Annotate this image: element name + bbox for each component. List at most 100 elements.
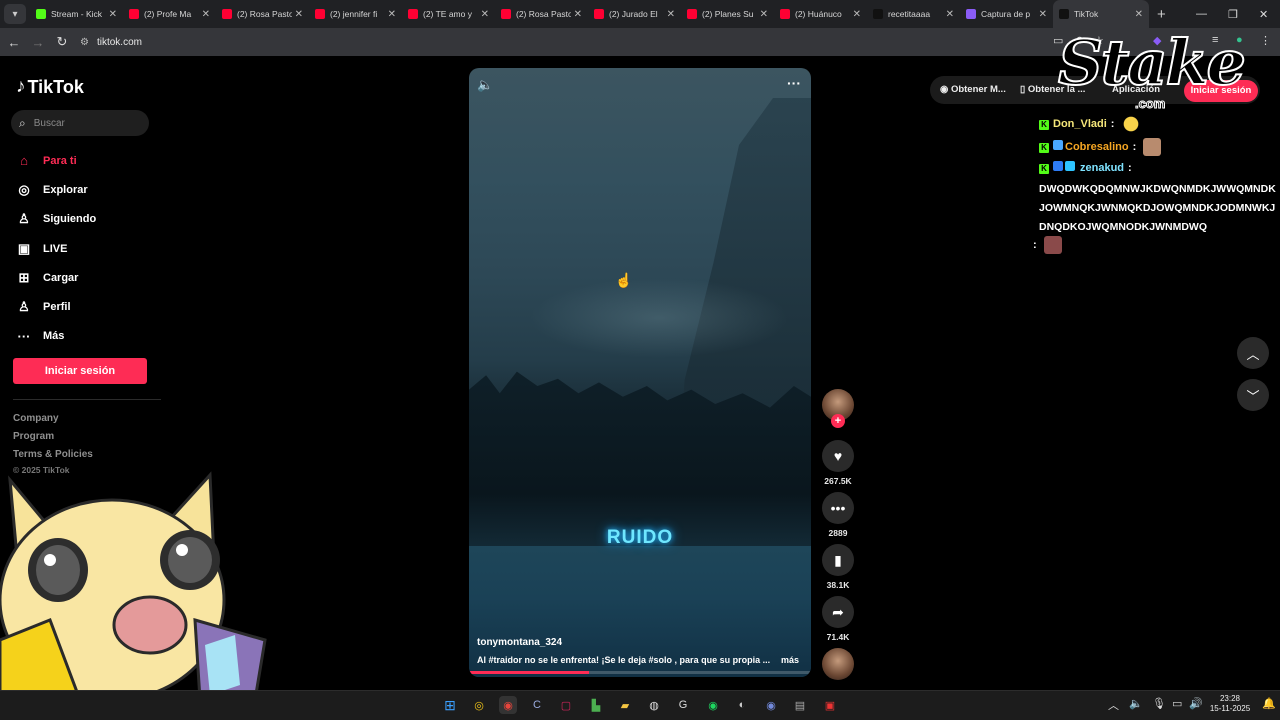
- footer-link-company[interactable]: Company: [13, 413, 59, 424]
- tab-close-icon[interactable]: ✕: [853, 9, 861, 20]
- tab-favicon-icon: [501, 9, 511, 19]
- video-more-options-icon[interactable]: ···: [787, 75, 801, 91]
- chat-message: K Cobresalino:: [1039, 138, 1162, 156]
- tab-close-icon[interactable]: ✕: [1039, 9, 1047, 20]
- reload-icon[interactable]: ↻: [50, 34, 74, 50]
- sidebar-item-siguiendo[interactable]: ♙ Siguiendo: [16, 205, 96, 234]
- like-button[interactable]: ♥: [822, 440, 854, 472]
- video-progress-bar[interactable]: [469, 671, 811, 674]
- notification-icon[interactable]: 🔔: [1262, 697, 1276, 710]
- clock-time: 23:28: [1219, 694, 1241, 703]
- taskbar-app-icon[interactable]: ▤: [791, 696, 809, 714]
- footer-link-terms[interactable]: Terms & Policies: [13, 449, 93, 460]
- tab-strip: Stream - Kick ✕ (2) Profe Ma ✕ (2) Rosa Past…: [30, 0, 1149, 28]
- close-window-icon[interactable]: ✕: [1259, 0, 1268, 28]
- sidebar-item-cargar[interactable]: ⊞ Cargar: [16, 263, 96, 292]
- compass-icon: ◎: [18, 181, 30, 197]
- speaker-icon[interactable]: 🔈: [1129, 697, 1143, 710]
- obs-icon[interactable]: ◍: [645, 696, 663, 714]
- taskbar-app-icon[interactable]: G: [674, 696, 692, 714]
- url-field[interactable]: ⚙ tiktok.com: [80, 37, 142, 48]
- share-button[interactable]: ➦: [822, 596, 854, 628]
- site-info-icon[interactable]: ⚙: [80, 37, 89, 48]
- tab-close-icon[interactable]: ✕: [1135, 9, 1143, 20]
- coin-icon: ◉: [940, 84, 949, 95]
- tiktok-logo[interactable]: ♪ TikTok: [16, 76, 84, 98]
- tab-close-icon[interactable]: ✕: [760, 9, 768, 20]
- tab-close-icon[interactable]: ✕: [388, 9, 396, 20]
- taskbar-app-icon[interactable]: ▙: [587, 696, 605, 714]
- tab-title: (2) TE amo y: [423, 9, 472, 19]
- taskbar-clock[interactable]: 23:28 15-11-2025: [1206, 694, 1254, 714]
- chrome-icon[interactable]: ◉: [499, 696, 517, 714]
- volume-icon[interactable]: 🔈: [477, 77, 493, 93]
- tab-close-icon[interactable]: ✕: [667, 9, 675, 20]
- video-author[interactable]: tonymontana_324: [477, 637, 562, 648]
- browser-tab[interactable]: (2) Rosa Pasto ✕: [495, 0, 588, 28]
- taskbar-app-icon[interactable]: C: [528, 696, 546, 714]
- tray-overflow-icon[interactable]: ︿: [1108, 697, 1119, 713]
- browser-tab[interactable]: recetitaaaa ✕: [867, 0, 960, 28]
- spotify-icon[interactable]: ◉: [704, 696, 722, 714]
- login-button[interactable]: Iniciar sesión: [13, 358, 147, 384]
- video-player[interactable]: RUIDO 🔈 ··· tonymontana_324 Al #traidor …: [469, 68, 811, 677]
- browser-tab[interactable]: (2) jennifer fi ✕: [309, 0, 402, 28]
- microphone-icon[interactable]: 🎙: [1152, 697, 1166, 710]
- comment-button[interactable]: •••: [822, 492, 854, 524]
- restore-icon[interactable]: ❐: [1228, 0, 1238, 28]
- new-tab-icon[interactable]: +: [1157, 6, 1166, 23]
- taskbar-app-icon[interactable]: ▢: [557, 696, 575, 714]
- sidebar-item-live[interactable]: ▣ LIVE: [16, 234, 96, 263]
- back-icon[interactable]: ←: [2, 35, 26, 50]
- sidebar-item-perfil[interactable]: ♙ Perfil: [16, 292, 96, 321]
- sidebar-item-para-ti[interactable]: ⌂ Para ti: [16, 146, 96, 175]
- tab-close-icon[interactable]: ✕: [202, 9, 210, 20]
- chat-username: Don_Vladi: [1053, 117, 1107, 130]
- browser-tab[interactable]: (2) Planes Su ✕: [681, 0, 774, 28]
- network-icon[interactable]: ▭: [1172, 697, 1182, 710]
- live-icon: ▣: [17, 240, 31, 256]
- tab-close-icon[interactable]: ✕: [574, 9, 582, 20]
- get-coins-button[interactable]: ◉ Obtener M...: [940, 84, 1006, 95]
- save-button[interactable]: ▮: [822, 544, 854, 576]
- discord-icon[interactable]: ◉: [762, 696, 780, 714]
- tab-close-icon[interactable]: ✕: [946, 9, 954, 20]
- forward-icon[interactable]: →: [26, 35, 50, 50]
- chevron-down-icon: ﹀: [1246, 388, 1260, 404]
- upload-icon: ⊞: [18, 269, 30, 285]
- taskbar-app-icon[interactable]: ◐: [733, 696, 751, 714]
- chat-message-text: DWQDWKQDQMNWJKDWQNMDKJWWQMNDKJOWMNQKJWNM…: [1039, 183, 1276, 233]
- sidebar-item-explorar[interactable]: ◎ Explorar: [16, 175, 96, 204]
- tab-close-icon[interactable]: ✕: [481, 9, 489, 20]
- browser-tab[interactable]: (2) TE amo y ✕: [402, 0, 495, 28]
- browser-tab[interactable]: Stream - Kick ✕: [30, 0, 123, 28]
- tab-title: (2) Planes Su: [702, 9, 754, 19]
- following-icon: ♙: [18, 211, 30, 227]
- tab-title: (2) jennifer fi: [330, 9, 378, 19]
- browser-tab[interactable]: Captura de p ✕: [960, 0, 1053, 28]
- browser-tab[interactable]: TikTok ✕: [1053, 0, 1149, 28]
- start-icon[interactable]: ⊞: [441, 696, 459, 714]
- tab-close-icon[interactable]: ✕: [109, 9, 117, 20]
- file-explorer-icon[interactable]: ▰: [616, 696, 634, 714]
- search-input[interactable]: ⌕ Buscar: [11, 110, 149, 136]
- browser-menu-icon[interactable]: ⋮: [1260, 34, 1271, 47]
- next-video-button[interactable]: ﹀: [1237, 379, 1269, 411]
- footer-link-program[interactable]: Program: [13, 431, 54, 442]
- music-disc-avatar[interactable]: [822, 648, 854, 680]
- minimize-icon[interactable]: —: [1196, 0, 1207, 28]
- sidebar-item-mas[interactable]: ··· Más: [16, 322, 96, 351]
- tab-search-icon[interactable]: ▾: [4, 4, 26, 24]
- browser-tab[interactable]: (2) Profe Ma ✕: [123, 0, 216, 28]
- browser-tab[interactable]: (2) Rosa Pasto ✕: [216, 0, 309, 28]
- browser-tab[interactable]: (2) Huánuco ✕: [774, 0, 867, 28]
- follow-plus-icon[interactable]: +: [831, 414, 845, 428]
- tab-close-icon[interactable]: ✕: [295, 9, 303, 20]
- browser-tab[interactable]: (2) Jurado El ✕: [588, 0, 681, 28]
- more-icon: ···: [17, 328, 31, 344]
- previous-video-button[interactable]: ︿: [1237, 337, 1269, 369]
- volume-tray-icon[interactable]: 🔊: [1189, 697, 1203, 710]
- taskbar-app-icon[interactable]: ◎: [470, 696, 488, 714]
- taskbar-app-icon[interactable]: ▣: [821, 696, 839, 714]
- caption-more-link[interactable]: más: [781, 655, 799, 665]
